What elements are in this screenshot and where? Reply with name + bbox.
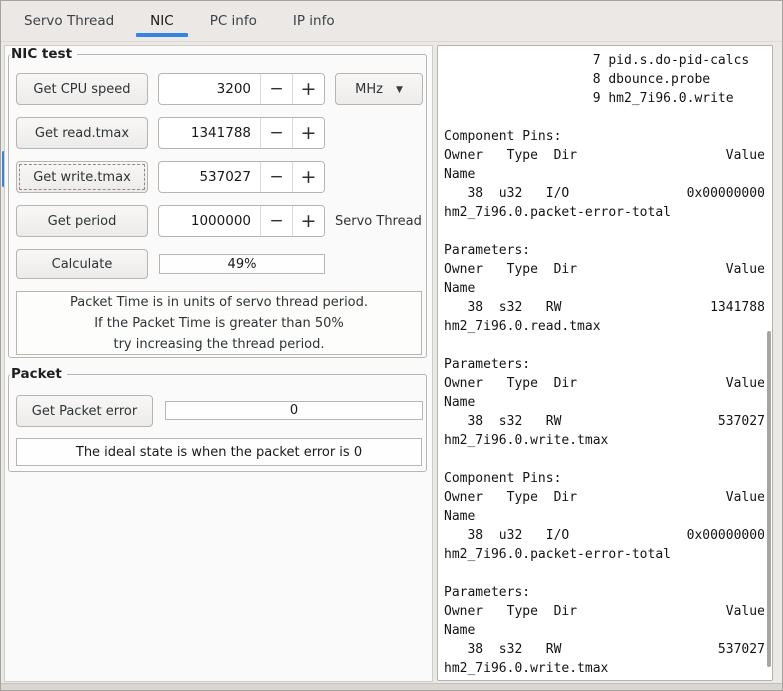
cpu-speed-spinbox: 3200 − +	[158, 73, 325, 105]
tab-bar: Servo Thread NIC PC info IP info	[1, 1, 782, 42]
packet-time-progressbar: 49%	[159, 254, 325, 274]
window-bottom-edge	[1, 683, 782, 690]
chevron-down-icon: ▼	[395, 85, 403, 95]
read-tmax-value[interactable]: 1341788	[159, 118, 260, 148]
get-packet-error-button[interactable]: Get Packet error	[16, 395, 153, 427]
minus-icon[interactable]: −	[260, 162, 292, 192]
plus-icon[interactable]: +	[292, 162, 324, 192]
packet-error-value: 0	[165, 401, 423, 420]
nic-test-frame: NIC test Get CPU speed 3200 − + MHz ▼ Ge…	[8, 46, 427, 358]
tab-ip-info[interactable]: IP info	[279, 1, 349, 41]
info-line: If the Packet Time is greater than 50%	[94, 315, 344, 331]
unit-dropdown[interactable]: MHz ▼	[335, 73, 423, 105]
tab-pc-info[interactable]: PC info	[196, 1, 271, 41]
get-read-tmax-button[interactable]: Get read.tmax	[16, 117, 148, 149]
left-panel: NIC test Get CPU speed 3200 − + MHz ▼ Ge…	[4, 45, 433, 682]
get-write-tmax-button[interactable]: Get write.tmax	[16, 161, 148, 193]
plus-icon[interactable]: +	[292, 118, 324, 148]
period-spinbox: 1000000 − +	[158, 205, 325, 237]
app-window: Servo Thread NIC PC info IP info NIC tes…	[0, 0, 783, 691]
read-tmax-spinbox: 1341788 − +	[158, 117, 325, 149]
minus-icon[interactable]: −	[260, 118, 292, 148]
plus-icon[interactable]: +	[292, 206, 324, 236]
nic-test-frame-title: NIC test	[10, 46, 78, 63]
period-value[interactable]: 1000000	[159, 206, 260, 236]
plus-icon[interactable]: +	[292, 74, 324, 104]
info-line: Packet Time is in units of servo thread …	[69, 294, 369, 310]
get-cpu-speed-button[interactable]: Get CPU speed	[16, 73, 148, 105]
tab-nic[interactable]: NIC	[136, 1, 188, 41]
tab-label: PC info	[209, 13, 257, 29]
get-period-button[interactable]: Get period	[16, 205, 148, 237]
tab-servo-thread[interactable]: Servo Thread	[10, 1, 128, 41]
write-tmax-value[interactable]: 537027	[159, 162, 260, 192]
servo-thread-label: Servo Thread	[335, 213, 422, 229]
tab-label: NIC	[150, 13, 174, 29]
info-line: try increasing the thread period.	[113, 336, 325, 352]
tab-label: Servo Thread	[24, 13, 115, 29]
hal-output-panel[interactable]: 7 pid.s.do-pid-calcs 8 dbounce.probe 9 h…	[437, 45, 773, 681]
write-tmax-spinbox: 537027 − +	[158, 161, 325, 193]
calculate-button[interactable]: Calculate	[16, 249, 148, 279]
cpu-speed-value[interactable]: 3200	[159, 74, 260, 104]
minus-icon[interactable]: −	[260, 206, 292, 236]
unit-dropdown-value: MHz	[355, 81, 383, 97]
minus-icon[interactable]: −	[260, 74, 292, 104]
tab-label: IP info	[292, 13, 335, 29]
vertical-scrollbar-thumb[interactable]	[767, 331, 771, 667]
packet-frame-title: Packet	[10, 366, 67, 383]
packet-info-box: The ideal state is when the packet error…	[16, 438, 422, 466]
hal-output-text: 7 pid.s.do-pid-calcs 8 dbounce.probe 9 h…	[444, 53, 764, 676]
packet-frame: Packet Get Packet error 0 The ideal stat…	[8, 366, 427, 472]
packet-time-info-box: Packet Time is in units of servo thread …	[16, 291, 422, 355]
